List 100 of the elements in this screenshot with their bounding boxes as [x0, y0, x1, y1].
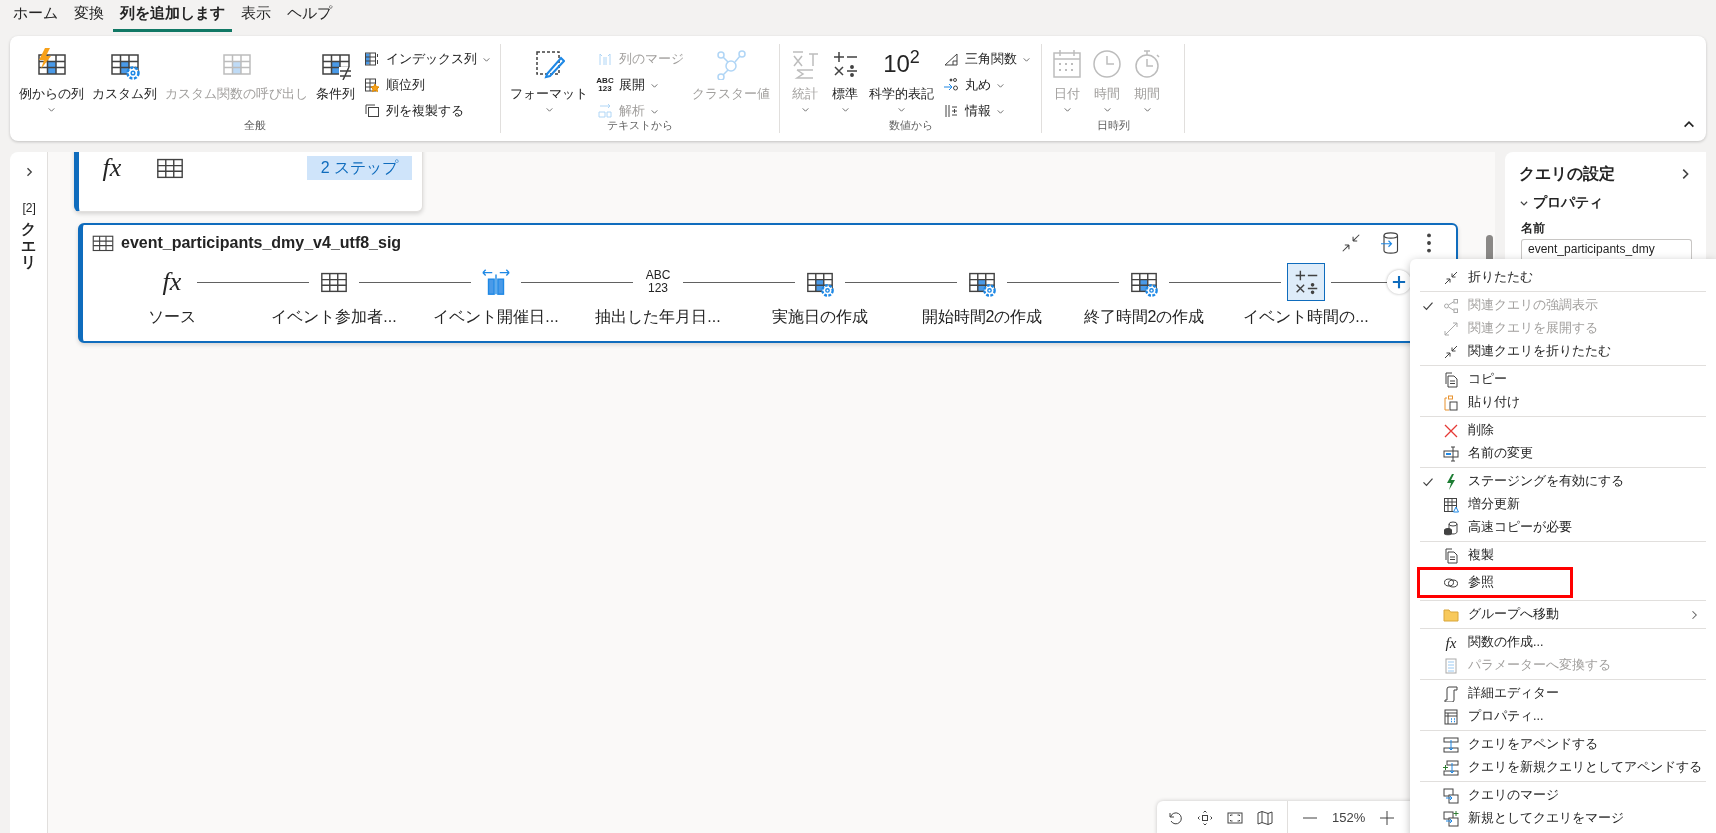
menu-item[interactable]: fx 関数の作成... [1410, 631, 1716, 654]
fit-screen-icon[interactable] [1227, 810, 1243, 826]
step-label: 終了時間2の作成 [1083, 307, 1205, 327]
step-label: イベント開催日... [433, 307, 559, 327]
abc-123-icon: ABC 123 [645, 269, 671, 295]
menu-item[interactable]: 貼り付け [1410, 391, 1716, 414]
menu-tab[interactable]: 変換 [67, 0, 111, 32]
collapse-arrows-icon [1443, 343, 1459, 360]
ribbon-button[interactable]: 列を複製する [363, 100, 491, 122]
ribbon-button[interactable]: インデックス列 [363, 48, 491, 70]
menu-item[interactable]: 削除 [1410, 419, 1716, 442]
menu-item[interactable]: ステージングを有効にする [1410, 470, 1716, 493]
properties-icon [1443, 708, 1459, 725]
triangle-ruler-icon [943, 51, 959, 67]
step-label: イベント参加者... [271, 307, 397, 327]
merge-new-icon [1443, 810, 1459, 827]
query-count: [2] [22, 202, 35, 216]
append-icon [1443, 736, 1459, 753]
step-item[interactable]: 実施日の作成 [739, 263, 901, 329]
calendar-icon [1051, 48, 1083, 80]
section-title: プロパティ [1533, 193, 1603, 212]
copy-icon [1443, 547, 1459, 564]
plus-icon [1392, 275, 1406, 289]
parse-icon [597, 103, 613, 119]
map-icon[interactable] [1257, 810, 1273, 826]
copy-icon [1443, 371, 1459, 388]
menu-item[interactable]: 増分更新 [1410, 493, 1716, 516]
folder-icon [1443, 606, 1459, 623]
menu-item[interactable]: プロパティ... [1410, 705, 1716, 728]
menu-item[interactable]: グループへ移動 [1410, 603, 1716, 626]
ribbon-button[interactable]: 順位列 [363, 74, 491, 96]
ribbon-button[interactable]: 丸め [942, 74, 1031, 96]
script-icon [1443, 685, 1459, 702]
clipboard-icon [1443, 394, 1459, 411]
collapse-arrows-icon [1443, 269, 1459, 286]
parameter-icon [1443, 657, 1459, 674]
menu-item[interactable]: コピー [1410, 368, 1716, 391]
function-icon: fx [162, 267, 182, 297]
field-label: 名前 [1521, 220, 1546, 237]
step-item[interactable]: イベント時間の... [1225, 263, 1387, 329]
step-item[interactable]: 開始時間2の作成 [901, 263, 1063, 329]
menu-item[interactable]: 関連クエリを折りたたむ [1410, 340, 1716, 363]
info-bars-icon [943, 103, 959, 119]
menu-item[interactable]: 名前の変更 [1410, 442, 1716, 465]
function-icon: fx [102, 153, 122, 183]
step-label: 開始時間2の作成 [921, 307, 1043, 327]
zoom-level: 152% [1332, 809, 1366, 828]
menu-item[interactable]: 参照 [1417, 567, 1573, 598]
menu-item[interactable]: クエリを新規クエリとしてアペンドする [1410, 756, 1716, 779]
steps-badge[interactable]: 2 ステップ [306, 156, 412, 180]
queries-label: クエリ [21, 221, 36, 271]
menu-tab[interactable]: 列を追加します [113, 0, 232, 32]
add-step-button[interactable] [1387, 270, 1411, 294]
step-label: イベント時間の... [1243, 307, 1369, 327]
incremental-table-icon [1443, 496, 1459, 513]
abc-123-icon: ABC 123 [596, 77, 614, 93]
move-icon[interactable] [1197, 810, 1213, 826]
menu-item[interactable]: 高速コピーが必要 [1410, 516, 1716, 539]
rename-icon [1443, 445, 1459, 462]
function-icon: fx [1445, 634, 1457, 651]
step-item[interactable]: 終了時間2の作成 [1063, 263, 1225, 329]
share-nodes-icon [1443, 297, 1459, 314]
menu-item[interactable]: 詳細エディター [1410, 682, 1716, 705]
query-title: event_participants_dmy_v4_utf8_sig [121, 233, 402, 253]
database-icon [1443, 519, 1459, 536]
ribbon-button[interactable]: 例からの列 [16, 40, 87, 116]
ribbon-button[interactable]: カスタム列 [89, 40, 160, 102]
step-label: 実施日の作成 [772, 307, 868, 327]
ribbon-button[interactable]: 10$^{2}$ 科学的表記 [866, 40, 937, 116]
rounding-icon [943, 77, 959, 93]
undo-icon[interactable] [1167, 810, 1183, 826]
network-icon [715, 48, 747, 80]
menu-tab[interactable]: 表示 [234, 0, 278, 32]
step-item[interactable]: イベント開催日... [415, 263, 577, 329]
query-card[interactable]: fx 2 ステップ [74, 152, 423, 212]
append-new-icon [1443, 759, 1459, 776]
ribbon-button[interactable]: フォーマット [507, 40, 591, 116]
zoom-in-icon[interactable] [1379, 810, 1396, 826]
clock-icon [1091, 48, 1123, 80]
duplicate-icon [364, 103, 380, 119]
ribbon-button[interactable]: 条件列 [313, 40, 358, 102]
ribbon-button[interactable]: 情報 [942, 100, 1031, 122]
step-label: 抽出した年月日... [595, 307, 721, 327]
expand-arrows-icon [1443, 320, 1459, 337]
group-label: 日時列 [1096, 117, 1130, 133]
ribbon-button[interactable]: 三角関数 [942, 48, 1031, 70]
menu-tab[interactable]: ホーム [6, 0, 65, 32]
group-label: 数値から [888, 117, 933, 133]
menu-item[interactable]: 複製 [1410, 544, 1716, 567]
step-item[interactable]: ABC 123 抽出した年月日... [577, 263, 739, 329]
menu-tab[interactable]: ヘルプ [280, 0, 339, 32]
ribbon-button[interactable]: 標準 [826, 40, 864, 116]
menu-item[interactable]: クエリをアペンドする [1410, 733, 1716, 756]
step-item[interactable]: fx ソース [91, 263, 253, 329]
step-item[interactable]: イベント参加者... [253, 263, 415, 329]
menu-item[interactable]: 新規としてクエリをマージ [1410, 807, 1716, 830]
collapse-arrows-icon[interactable] [1340, 232, 1362, 254]
index-column-icon [364, 51, 380, 67]
query-card[interactable]: event_participants_dmy_v4_utf8_sig fx ソース イベント参加者... イベント開催日... ABC 123 抽出した年月日... 実施日の作成 開始時間2の作成 終了時間2の作成 イベント時間の... [78, 223, 1458, 343]
menu-item[interactable]: クエリのマージ [1410, 784, 1716, 807]
